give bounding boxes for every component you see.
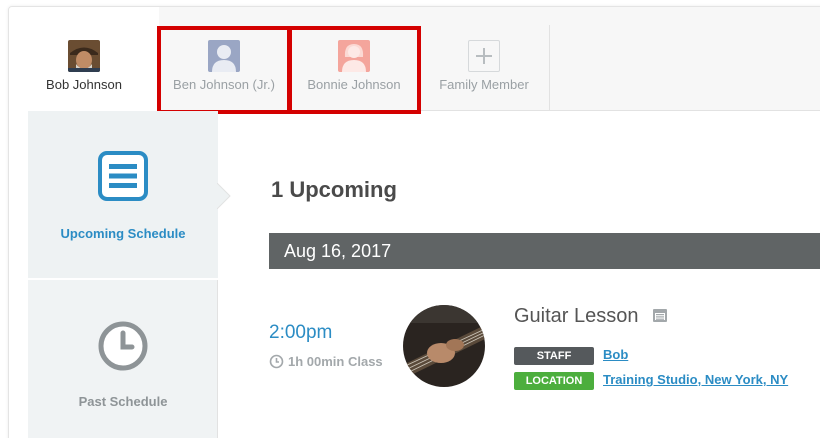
guitar-lesson-thumbnail: [403, 305, 485, 387]
list-icon: [98, 151, 148, 206]
female-avatar-icon: [338, 40, 370, 72]
add-family-member-tab[interactable]: Family Member: [419, 7, 549, 111]
event-title: Guitar Lesson: [514, 305, 668, 329]
date-header: Aug 16, 2017: [269, 233, 820, 269]
duration-text: 1h 00min Class: [288, 354, 383, 369]
clock-icon: [97, 320, 149, 377]
clock-icon: [269, 354, 284, 372]
upcoming-count-heading: 1 Upcoming: [271, 177, 397, 202]
calendar-icon[interactable]: [652, 306, 668, 329]
location-link[interactable]: Training Studio, New York, NY: [603, 372, 788, 387]
family-tabs: Bob Johnson Ben Johnson (Jr.) Bonnie Joh…: [9, 7, 820, 112]
sidebar: Upcoming Schedule Past Schedule: [28, 111, 231, 438]
family-tab-label: Ben Johnson (Jr.): [173, 77, 275, 92]
staff-link[interactable]: Bob: [603, 347, 628, 362]
event-duration: 1h 00min Class: [269, 354, 383, 372]
family-tab-label: Bonnie Johnson: [307, 77, 401, 92]
sidebar-item-label: Past Schedule: [78, 394, 168, 409]
schedule-card: Bob Johnson Ben Johnson (Jr.) Bonnie Joh…: [8, 6, 820, 438]
family-tab-bonnie[interactable]: Bonnie Johnson: [289, 7, 419, 111]
event-time: 2:00pm: [269, 322, 333, 343]
sidebar-item-label: Upcoming Schedule: [60, 226, 186, 241]
family-tab-label: Family Member: [439, 77, 529, 92]
schedule-main: 1 Upcoming Aug 16, 2017 2:00pm 1h 00min …: [219, 111, 820, 438]
sidebar-item-past-schedule[interactable]: Past Schedule: [28, 280, 218, 438]
plus-icon: [468, 40, 500, 72]
event-title-text: Guitar Lesson: [514, 305, 639, 327]
family-tab-label: Bob Johnson: [46, 77, 122, 92]
staff-tag: STAFF: [514, 347, 594, 365]
location-tag: LOCATION: [514, 372, 594, 390]
family-tab-ben[interactable]: Ben Johnson (Jr.): [159, 7, 289, 111]
sidebar-item-upcoming-schedule[interactable]: Upcoming Schedule: [28, 111, 231, 278]
male-avatar-icon: [208, 40, 240, 72]
user-photo-icon: [68, 40, 100, 72]
tab-divider: [549, 25, 550, 111]
family-tab-bob[interactable]: Bob Johnson: [9, 7, 159, 112]
